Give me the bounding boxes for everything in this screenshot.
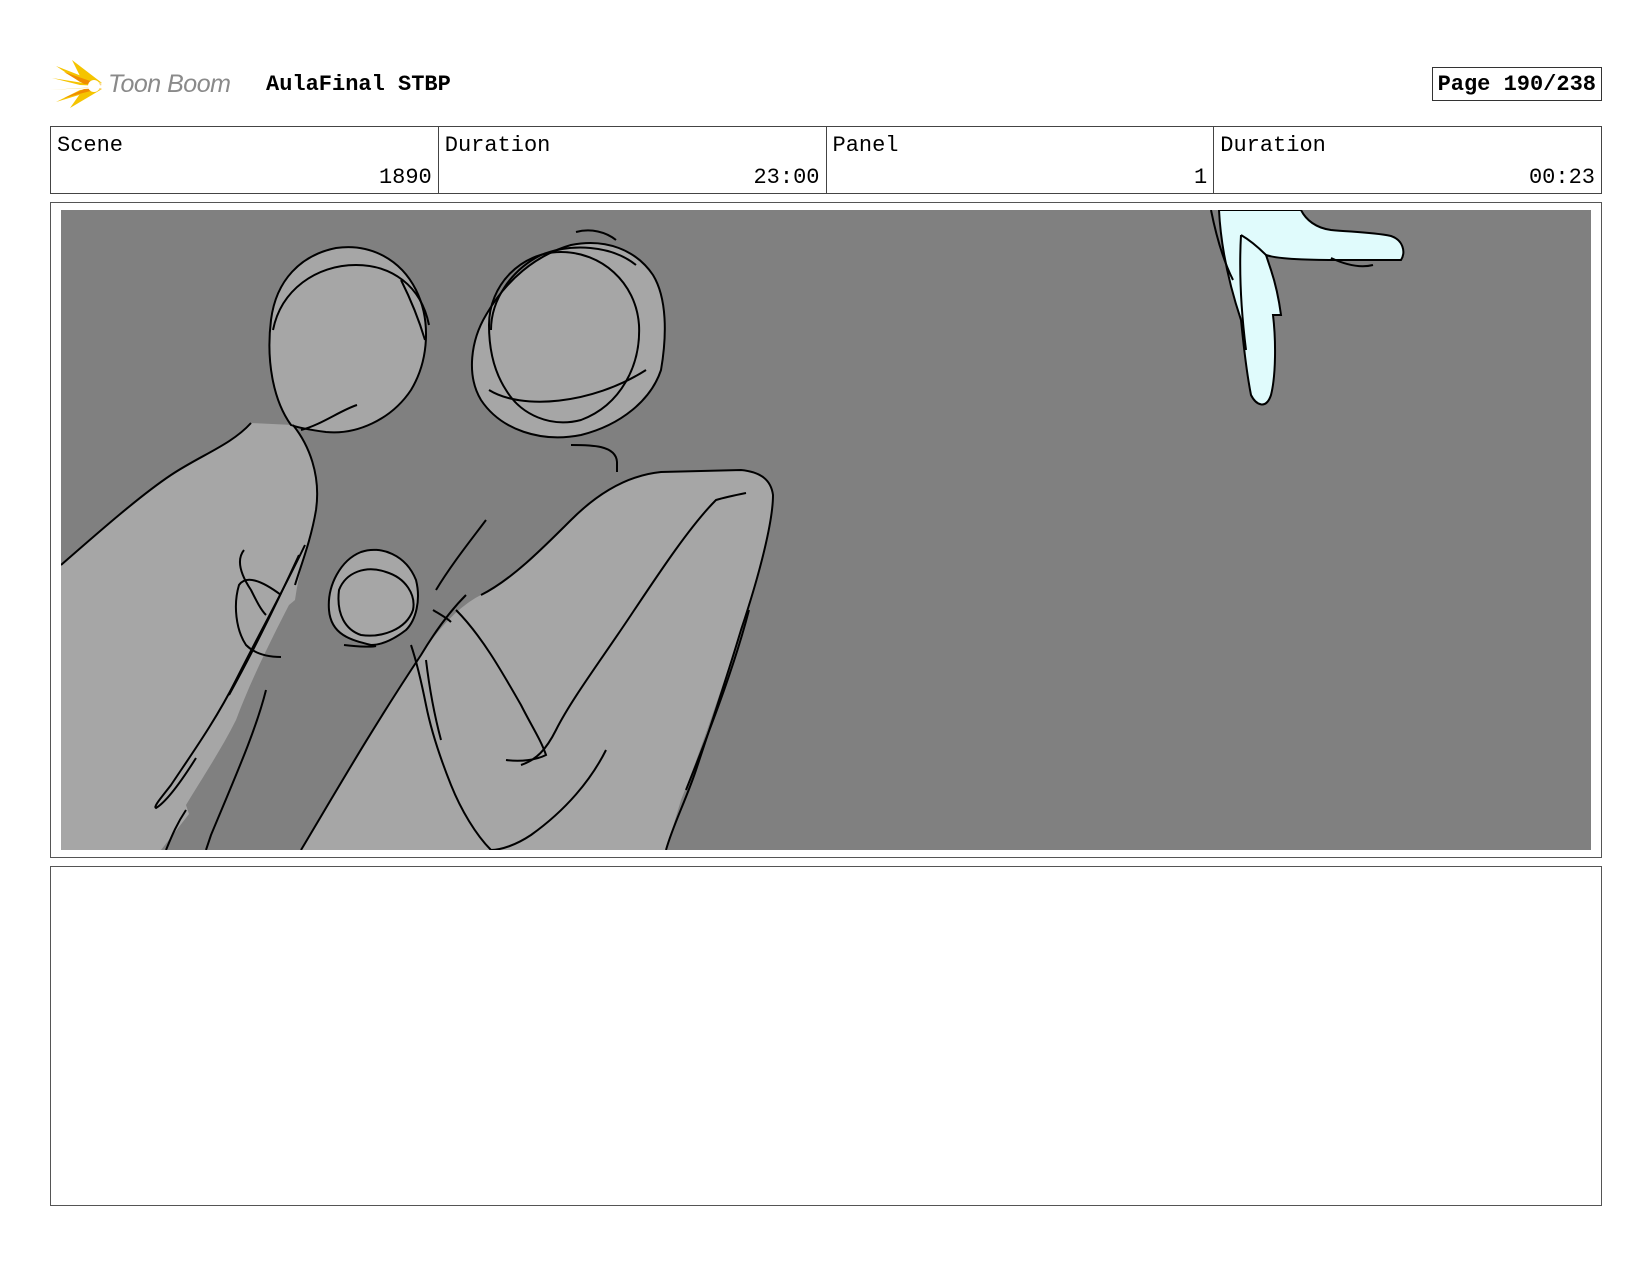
page-indicator: Page 190/238 <box>1431 67 1602 101</box>
scene-value: 1890 <box>378 165 432 190</box>
project-title: AulaFinal STBP <box>266 72 451 97</box>
scene-info-table: Scene 1890 Duration 23:00 Panel 1 Durati… <box>50 126 1602 194</box>
scene-duration-label: Duration <box>444 133 551 158</box>
panel-duration-value: 00:23 <box>1528 165 1595 190</box>
panel-cell: Panel 1 <box>827 127 1215 193</box>
panel-duration-label: Duration <box>1220 133 1326 158</box>
starburst-icon <box>50 60 102 108</box>
scene-label: Scene <box>57 133 124 158</box>
scene-duration-cell: Duration 23:00 <box>439 127 827 193</box>
storyboard-sketch <box>61 210 1591 850</box>
logo-text: Toon Boom <box>108 70 231 98</box>
scene-duration-value: 23:00 <box>753 165 820 190</box>
page-header: Toon Boom AulaFinal STBP Page 190/238 <box>50 58 1602 110</box>
storyboard-panel-frame <box>50 202 1602 858</box>
panel-value: 1 <box>1194 165 1208 190</box>
panel-label: Panel <box>832 133 899 158</box>
scene-cell: Scene 1890 <box>51 127 439 193</box>
panel-notes-box <box>50 866 1602 1206</box>
toon-boom-logo: Toon Boom <box>50 60 250 110</box>
storyboard-panel-image <box>61 210 1591 850</box>
panel-duration-cell: Duration 00:23 <box>1214 127 1601 193</box>
